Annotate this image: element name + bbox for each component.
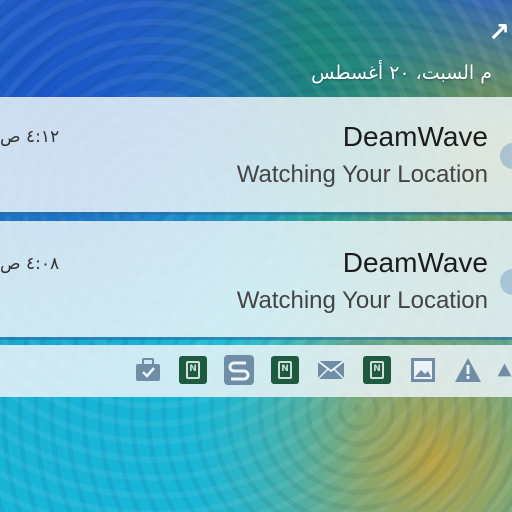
- notification-text: Watching Your Location: [236, 287, 488, 314]
- mail-icon[interactable]: [316, 355, 346, 385]
- warning-icon[interactable]: [453, 355, 483, 385]
- app-icon: [500, 269, 512, 295]
- nfc-tag-icon[interactable]: N: [362, 355, 392, 385]
- briefcase-icon[interactable]: [133, 355, 163, 385]
- nfc-tag-icon[interactable]: N: [270, 355, 300, 385]
- s-app-icon[interactable]: [224, 355, 254, 385]
- app-icon: [500, 143, 512, 169]
- notification-time: ٤:٠٨ ص: [0, 254, 60, 274]
- warning-icon[interactable]: [497, 355, 512, 385]
- notification-card[interactable]: DeamWave Watching Your Location ٤:٠٨ ص: [0, 221, 512, 337]
- notification-title: DeamWave: [342, 247, 488, 278]
- notification-icon-tray[interactable]: N N N: [0, 345, 512, 397]
- notification-title: DeamWave: [342, 121, 488, 152]
- date-text: م السبت، ٢٠ أغسطس: [311, 62, 492, 84]
- divider: [0, 212, 512, 215]
- notification-card[interactable]: DeamWave Watching Your Location ٤:١٢ ص: [0, 97, 512, 212]
- nfc-tag-icon[interactable]: N: [178, 355, 208, 385]
- notification-text: Watching Your Location: [236, 161, 488, 188]
- status-glyph-icon: ‍↗: [488, 18, 510, 48]
- divider: [0, 337, 512, 340]
- status-bar-corner: ‍↗: [472, 0, 512, 48]
- notification-time: ٤:١٢ ص: [0, 127, 60, 147]
- image-icon[interactable]: [408, 355, 438, 385]
